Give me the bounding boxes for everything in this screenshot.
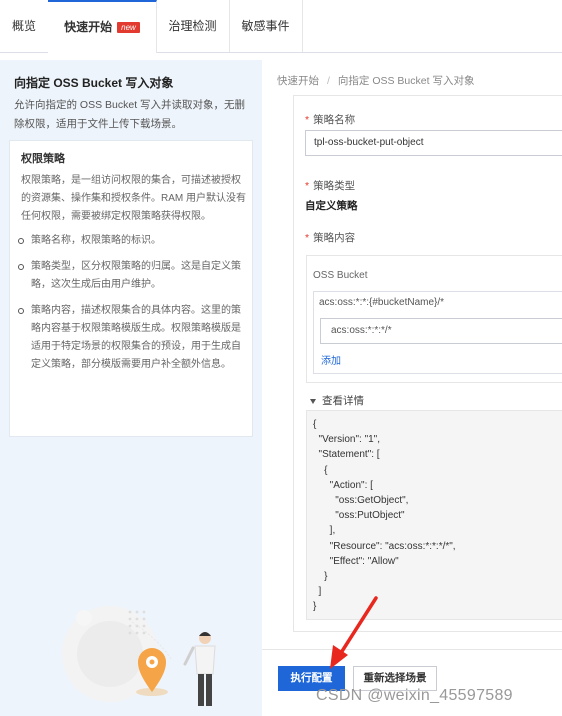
list-item: 策略内容，描述权限集合的具体内容。这里的策略内容基于权限策略模版生成。权限策略模… (18, 302, 248, 374)
policy-type-label: * 策略类型 (305, 178, 355, 193)
policy-info-list: 策略名称，权限策略的标识。 策略类型，区分权限策略的归属。这是自定义策略，这次生… (18, 232, 248, 382)
bullet-text: 策略名称，权限策略的标识。 (31, 235, 161, 246)
policy-content-label-text: 策略内容 (313, 232, 356, 244)
tab-quick-start-label: 快速开始 (64, 20, 113, 34)
bullet-text: 策略内容，描述权限集合的具体内容。这里的策略内容基于权限策略模版生成。权限策略模… (31, 305, 241, 370)
oss-bucket-input[interactable]: acs:oss:*:*:*/* (320, 318, 562, 344)
breadcrumb: 快速开始 / 向指定 OSS Bucket 写入对象 (277, 73, 474, 88)
tab-governance[interactable]: 治理检测 (156, 0, 230, 52)
scenario-description: 允许向指定的 OSS Bucket 写入并读取对象，无删除权限，适用于文件上传下… (14, 99, 246, 130)
tab-overview-label: 概览 (11, 19, 36, 33)
policy-info-title: 权限策略 (21, 153, 65, 165)
bullet-icon (18, 308, 24, 314)
policy-info-text: 权限策略，是一组访问权限的集合，可描述被授权的资源集、操作集和授权条件。RAM … (21, 175, 246, 222)
policy-type-label-text: 策略类型 (313, 180, 356, 192)
policy-json-text: { "Version": "1", "Statement": [ { "Acti… (313, 419, 456, 613)
tab-sensitive-events[interactable]: 敏感事件 (229, 0, 303, 52)
policy-name-label: * 策略名称 (305, 112, 355, 127)
view-details-label: 查看详情 (322, 395, 364, 407)
oss-bucket-label: OSS Bucket (313, 270, 368, 281)
person-with-location-pin-illustration (62, 606, 216, 706)
list-item: 策略名称，权限策略的标识。 (18, 232, 248, 250)
policy-info-box: 权限策略 权限策略，是一组访问权限的集合，可描述被授权的资源集、操作集和授权条件… (9, 140, 253, 437)
breadcrumb-current: 向指定 OSS Bucket 写入对象 (337, 75, 475, 87)
view-details-toggle[interactable]: 查看详情 (310, 393, 364, 408)
tab-quick-start[interactable]: 快速开始 new (48, 0, 157, 53)
add-link[interactable]: 添加 (321, 352, 341, 367)
breadcrumb-root-link[interactable]: 快速开始 (277, 75, 319, 87)
scenario-title: 向指定 OSS Bucket 写入对象 (14, 76, 174, 90)
oss-bucket-resource-text: acs:oss:*:*:{#bucketName}/* (319, 297, 445, 308)
policy-content-label: * 策略内容 (305, 230, 355, 245)
list-item: 策略类型，区分权限策略的归属。这是自定义策略，这次生成后由用户维护。 (18, 258, 248, 294)
required-icon: * (305, 232, 310, 244)
caret-down-icon (310, 398, 316, 404)
breadcrumb-separator: / (327, 75, 330, 87)
tab-governance-label: 治理检测 (168, 19, 217, 33)
watermark: CSDN @weixin_45597589 (316, 687, 513, 704)
policy-name-input[interactable]: tpl-oss-bucket-put-object (305, 130, 562, 156)
policy-name-label-text: 策略名称 (313, 114, 356, 126)
policy-type-value: 自定义策略 (305, 200, 358, 212)
bullet-icon (18, 264, 24, 270)
required-icon: * (305, 114, 310, 126)
tab-sensitive-events-label: 敏感事件 (241, 19, 290, 33)
new-badge: new (117, 22, 140, 34)
bullet-icon (18, 238, 24, 244)
bullet-text: 策略类型，区分权限策略的归属。这是自定义策略，这次生成后由用户维护。 (31, 261, 241, 290)
required-icon: * (305, 180, 310, 192)
red-arrow-icon (330, 596, 378, 669)
top-tabs: 概览 快速开始 new 治理检测 敏感事件 (0, 0, 562, 53)
tab-overview[interactable]: 概览 (0, 0, 49, 52)
footer-divider (262, 649, 562, 650)
